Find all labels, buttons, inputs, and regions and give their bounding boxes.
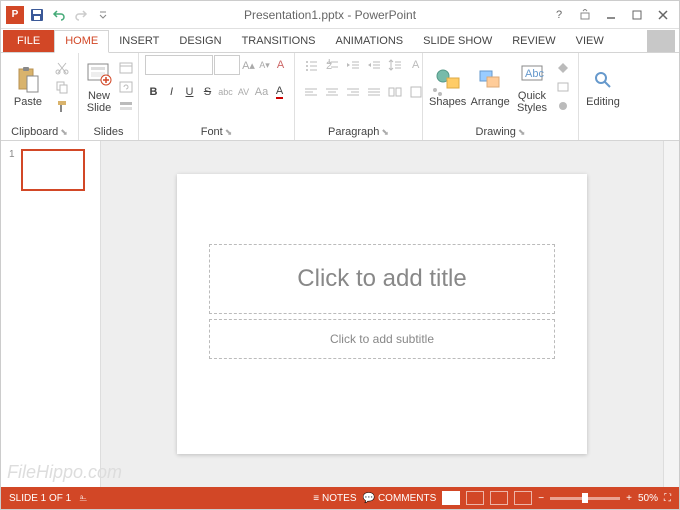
justify-button[interactable] [364,82,384,102]
language-status[interactable]: ⎁ [79,493,87,504]
numbering-button[interactable]: 12 [322,55,342,75]
paste-button[interactable]: Paste [7,55,49,119]
underline-button[interactable]: U [181,82,198,102]
tab-slideshow[interactable]: SLIDE SHOW [413,31,502,52]
app-icon[interactable]: P [5,5,25,25]
comments-button[interactable]: 💬COMMENTS [363,493,437,504]
cut-button[interactable] [53,59,71,77]
shape-fill-button[interactable] [554,59,572,77]
maximize-button[interactable] [625,5,649,25]
thumbnail-number: 1 [9,149,15,160]
subtitle-placeholder[interactable]: Click to add subtitle [209,319,555,359]
paste-icon [14,66,42,94]
change-case-button[interactable]: Aa [253,82,270,102]
slide[interactable]: Click to add title Click to add subtitle [177,174,587,454]
window-title: Presentation1.pptx - PowerPoint [113,8,547,22]
reset-slide-button[interactable] [117,78,135,96]
line-spacing-button[interactable] [385,55,405,75]
shapes-icon [434,66,462,94]
close-button[interactable] [651,5,675,25]
font-family-select[interactable] [145,55,213,75]
svg-text:1: 1 [326,59,332,67]
svg-text:2: 2 [326,60,332,71]
svg-text:Abc: Abc [525,68,544,80]
drawing-group-label: Drawing [476,126,516,138]
align-right-button[interactable] [343,82,363,102]
notes-button[interactable]: ≡NOTES [313,493,356,504]
paragraph-group-label: Paragraph [328,126,379,138]
redo-button[interactable] [71,5,91,25]
new-slide-icon [85,60,113,88]
bullets-button[interactable] [301,55,321,75]
tab-file[interactable]: FILE [3,30,54,52]
tab-review[interactable]: REVIEW [502,31,565,52]
font-launcher[interactable]: ⬊ [225,127,233,138]
minimize-button[interactable] [599,5,623,25]
clear-formatting-button[interactable]: A [273,55,288,75]
tab-home[interactable]: HOME [54,30,109,53]
drawing-launcher[interactable]: ⬊ [518,127,526,138]
clipboard-launcher[interactable]: ⬊ [60,127,68,138]
title-placeholder[interactable]: Click to add title [209,244,555,314]
align-center-button[interactable] [322,82,342,102]
shapes-button[interactable]: Shapes [429,55,466,119]
columns-button[interactable] [385,82,405,102]
increase-indent-button[interactable] [364,55,384,75]
zoom-slider[interactable] [550,497,620,500]
qat-dropdown[interactable] [93,5,113,25]
vertical-scrollbar[interactable] [663,141,679,487]
zoom-in-button[interactable]: + [626,493,632,504]
slide-layout-button[interactable] [117,59,135,77]
shape-effects-button[interactable] [554,97,572,115]
fit-to-window-button[interactable]: ⛶ [664,493,671,504]
decrease-indent-button[interactable] [343,55,363,75]
arrange-button[interactable]: Arrange [470,55,510,119]
quick-styles-icon: Abc [518,60,546,88]
slide-count-status: SLIDE 1 OF 1 [9,493,71,504]
slides-group-label: Slides [94,126,124,138]
font-size-select[interactable] [214,55,240,75]
tab-transitions[interactable]: TRANSITIONS [232,31,326,52]
ribbon-options[interactable] [573,5,597,25]
account-icon[interactable] [647,30,675,52]
tab-design[interactable]: DESIGN [169,31,231,52]
zoom-out-button[interactable]: − [538,493,544,504]
copy-button[interactable] [53,78,71,96]
help-button[interactable]: ? [547,5,571,25]
paragraph-launcher[interactable]: ⬊ [381,127,389,138]
char-spacing-button[interactable]: AV [235,82,252,102]
new-slide-button[interactable]: New Slide [85,55,113,119]
svg-text:A: A [412,59,420,71]
decrease-font-button[interactable]: A▾ [257,55,272,75]
find-icon [589,66,617,94]
slide-canvas: Click to add title Click to add subtitle [101,141,663,487]
editing-button[interactable]: Editing [585,55,621,119]
section-button[interactable] [117,97,135,115]
shadow-button[interactable]: abc [217,82,234,102]
slide-thumbnail-1[interactable] [21,149,85,191]
reading-view-button[interactable] [490,491,508,505]
zoom-level[interactable]: 50% [638,493,658,504]
tab-view[interactable]: VIEW [566,31,614,52]
italic-button[interactable]: I [163,82,180,102]
format-painter-button[interactable] [53,97,71,115]
tab-insert[interactable]: INSERT [109,31,169,52]
font-color-button[interactable]: A [271,82,288,102]
arrange-icon [476,66,504,94]
strikethrough-button[interactable]: S [199,82,216,102]
bold-button[interactable]: B [145,82,162,102]
normal-view-button[interactable] [442,491,460,505]
tab-animations[interactable]: ANIMATIONS [326,31,414,52]
slideshow-view-button[interactable] [514,491,532,505]
font-group-label: Font [201,126,223,138]
sorter-view-button[interactable] [466,491,484,505]
undo-button[interactable] [49,5,69,25]
quick-styles-button[interactable]: Abc Quick Styles [514,55,550,119]
shape-outline-button[interactable] [554,78,572,96]
save-button[interactable] [27,5,47,25]
clipboard-group-label: Clipboard [11,126,58,138]
increase-font-button[interactable]: A▴ [241,55,256,75]
slide-thumbnails-panel: 1 [1,141,101,487]
align-left-button[interactable] [301,82,321,102]
